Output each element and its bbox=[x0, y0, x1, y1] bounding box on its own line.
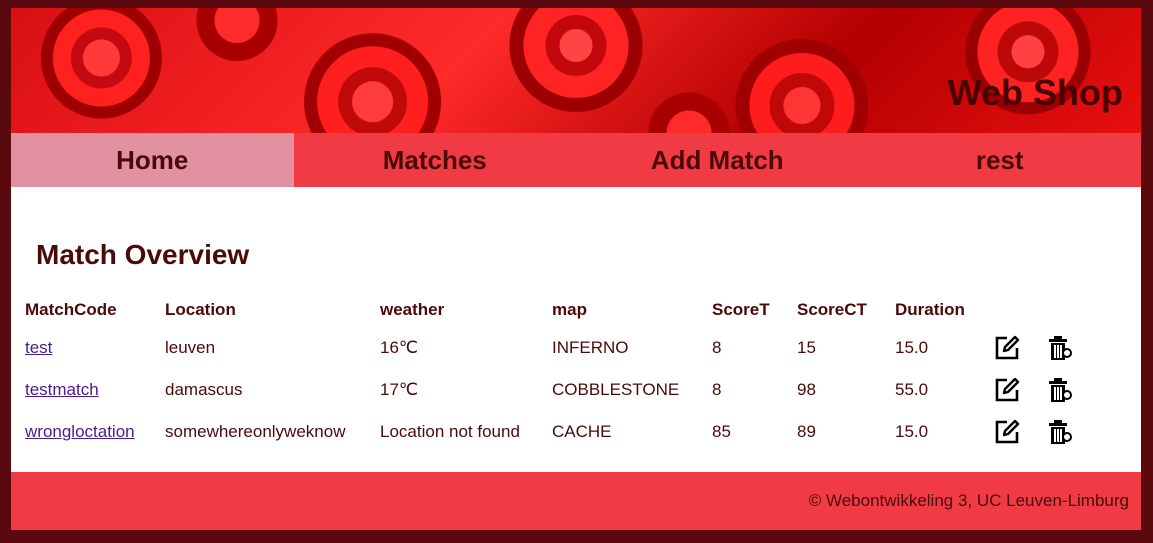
column-header-edit bbox=[990, 299, 1043, 327]
match-code-link[interactable]: testmatch bbox=[25, 380, 99, 399]
site-title: Web Shop bbox=[947, 72, 1123, 113]
table-row: wrongloctation somewhereonlyweknow Locat… bbox=[22, 411, 1096, 453]
trash-icon[interactable] bbox=[1046, 376, 1074, 404]
page-frame: Web Shop Home Matches Add Match rest Mat… bbox=[11, 8, 1141, 530]
weather-cell: 17℃ bbox=[380, 380, 419, 399]
column-header-location: Location bbox=[165, 300, 236, 319]
nav-item-rest[interactable]: rest bbox=[859, 133, 1142, 187]
table-row: test leuven 16℃ INFERNO 8 15 15.0 bbox=[22, 327, 1096, 369]
column-header-delete bbox=[1043, 299, 1096, 327]
trash-icon[interactable] bbox=[1046, 334, 1074, 362]
column-header-duration: Duration bbox=[895, 300, 965, 319]
column-header-map: map bbox=[552, 300, 587, 319]
table-header-row: MatchCode Location weather map ScoreT Sc… bbox=[22, 299, 1096, 327]
location-cell: damascus bbox=[165, 380, 243, 399]
nav-item-add-match[interactable]: Add Match bbox=[576, 133, 859, 187]
column-header-matchcode: MatchCode bbox=[25, 300, 117, 319]
weather-cell: 16℃ bbox=[380, 338, 419, 357]
location-cell: somewhereonlyweknow bbox=[165, 422, 346, 441]
match-code-link[interactable]: wrongloctation bbox=[25, 422, 135, 441]
footer-copyright: © Webontwikkeling 3, UC Leuven-Limburg bbox=[808, 491, 1129, 510]
map-cell: INFERNO bbox=[552, 338, 629, 357]
column-header-scoret: ScoreT bbox=[712, 300, 770, 319]
nav-item-home[interactable]: Home bbox=[11, 133, 294, 187]
edit-icon[interactable] bbox=[993, 376, 1021, 404]
match-code-link[interactable]: test bbox=[25, 338, 52, 357]
duration-cell: 15.0 bbox=[895, 422, 929, 441]
weather-cell: Location not found bbox=[380, 422, 520, 441]
location-cell: leuven bbox=[165, 338, 216, 357]
map-cell: COBBLESTONE bbox=[552, 380, 680, 399]
match-code-cell: wrongloctation bbox=[22, 411, 162, 453]
map-cell: CACHE bbox=[552, 422, 612, 441]
header-banner: Web Shop bbox=[11, 8, 1141, 133]
score-t-cell: 8 bbox=[712, 380, 722, 399]
match-code-cell: test bbox=[22, 327, 162, 369]
page-title: Match Overview bbox=[36, 239, 250, 270]
nav-item-matches[interactable]: Matches bbox=[294, 133, 577, 187]
score-ct-cell: 15 bbox=[797, 338, 816, 357]
column-header-scorect: ScoreCT bbox=[797, 300, 867, 319]
edit-icon[interactable] bbox=[993, 418, 1021, 446]
match-code-cell: testmatch bbox=[22, 369, 162, 411]
trash-icon[interactable] bbox=[1046, 418, 1074, 446]
match-table: MatchCode Location weather map ScoreT Sc… bbox=[22, 299, 1096, 453]
edit-icon[interactable] bbox=[993, 334, 1021, 362]
score-t-cell: 8 bbox=[712, 338, 722, 357]
main-nav: Home Matches Add Match rest bbox=[11, 133, 1141, 187]
score-t-cell: 85 bbox=[712, 422, 731, 441]
duration-cell: 55.0 bbox=[895, 380, 929, 399]
main-content: Match Overview MatchCode Location weathe… bbox=[11, 187, 1141, 472]
footer: © Webontwikkeling 3, UC Leuven-Limburg bbox=[11, 472, 1141, 530]
score-ct-cell: 89 bbox=[797, 422, 816, 441]
duration-cell: 15.0 bbox=[895, 338, 929, 357]
table-row: testmatch damascus 17℃ COBBLESTONE 8 98 … bbox=[22, 369, 1096, 411]
score-ct-cell: 98 bbox=[797, 380, 816, 399]
column-header-weather: weather bbox=[380, 300, 445, 319]
